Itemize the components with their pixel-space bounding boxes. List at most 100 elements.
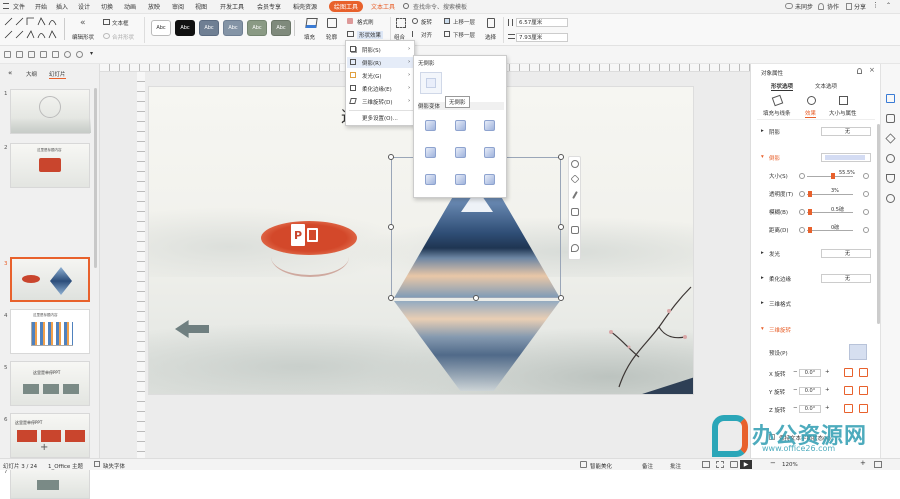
add-slide-button[interactable]: + [40, 442, 48, 453]
bring-forward-button[interactable]: 上移一层 [453, 18, 475, 26]
select-button[interactable]: 选择 [485, 33, 496, 41]
cloud-icon[interactable] [785, 3, 793, 9]
send-backward-button[interactable]: 下移一层 [453, 31, 475, 39]
z-rot-cw-icon[interactable] [859, 404, 868, 413]
collab-button[interactable]: 协作 [827, 2, 839, 11]
print-icon[interactable] [28, 51, 35, 58]
height-input[interactable]: 6.57厘米 [516, 18, 568, 27]
format-painter-button[interactable]: 格式刷 [357, 18, 374, 26]
menu-soft-edge[interactable]: 柔化边缘(E) [362, 85, 392, 93]
select-icon[interactable] [487, 18, 495, 28]
reflection-variant-9[interactable] [484, 174, 495, 185]
pen-icon[interactable] [572, 191, 578, 199]
minus-icon[interactable] [799, 209, 805, 215]
properties-icon[interactable] [886, 94, 895, 103]
menu-member[interactable]: 会员专享 [257, 2, 281, 11]
menu-review[interactable]: 审阅 [172, 2, 184, 11]
slide-thumb-3[interactable] [10, 257, 90, 302]
collapse-reflection-icon[interactable]: ▾ [761, 154, 764, 160]
y-rot-plus[interactable]: + [825, 387, 830, 393]
resize-handle[interactable] [388, 154, 394, 160]
magic-icon[interactable] [886, 154, 895, 163]
style-preset-5[interactable]: Abc [247, 20, 267, 36]
close-icon[interactable]: × [869, 66, 875, 74]
redo-icon[interactable] [76, 51, 83, 58]
layers-icon[interactable] [570, 174, 580, 184]
gallery-more-icon[interactable] [294, 20, 299, 36]
line-shapes-gallery[interactable] [3, 16, 63, 44]
x-rot-plus[interactable]: + [825, 369, 830, 375]
menu-design[interactable]: 设计 [78, 2, 90, 11]
zoom-out-icon[interactable]: − [770, 459, 776, 467]
chevron-left-double-icon[interactable]: « [80, 18, 86, 28]
slide-thumb-1[interactable] [10, 89, 91, 134]
y-rotation-input[interactable]: 0.0° [799, 387, 821, 395]
hamburger-icon[interactable] [3, 3, 9, 9]
plus-icon[interactable] [863, 191, 869, 197]
reflection-variant-3[interactable] [484, 120, 495, 131]
collapse-icon[interactable] [571, 160, 579, 168]
expand-shadow-icon[interactable]: ▸ [761, 128, 764, 134]
menu-animation[interactable]: 动画 [124, 2, 136, 11]
x-rot-minus[interactable]: − [793, 369, 798, 375]
z-rot-plus[interactable]: + [825, 405, 830, 411]
globe-icon[interactable] [886, 194, 895, 203]
tab-text-options[interactable]: 文本选项 [815, 82, 837, 90]
reflection-variant-2[interactable] [455, 120, 466, 131]
style-preset-1[interactable]: Abc [151, 20, 171, 36]
distance-value[interactable]: 0磅 [831, 224, 839, 231]
location-icon[interactable] [571, 244, 579, 252]
undo-icon[interactable] [64, 51, 71, 58]
menu-shadow[interactable]: 阴影(S) [362, 46, 381, 54]
collapse-ribbon-icon[interactable]: ⌃ [886, 2, 891, 9]
reflection-variant-1[interactable] [425, 120, 436, 131]
y-rot-up-icon[interactable] [844, 386, 853, 395]
x-rot-right-icon[interactable] [859, 368, 868, 377]
shape-effects-button[interactable]: 形状效果 [357, 31, 384, 39]
shield-icon[interactable] [886, 174, 895, 183]
style-preset-2[interactable]: Abc [175, 20, 195, 36]
menu-developer[interactable]: 开发工具 [220, 2, 244, 11]
menu-3d-rotation[interactable]: 三维旋转(D) [362, 98, 393, 106]
textbox-button[interactable]: 文本框 [112, 19, 129, 27]
tab-slides[interactable]: 幻灯片 [49, 70, 66, 79]
grid-view-icon[interactable] [716, 461, 724, 468]
x-rotation-input[interactable]: 0.0° [799, 369, 821, 377]
slide-thumb-2[interactable]: 这里是标题内容 [10, 143, 90, 188]
slide-thumb-7[interactable] [10, 465, 90, 499]
menu-docer[interactable]: 稻壳资源 [293, 2, 317, 11]
blur-value[interactable]: 0.5磅 [831, 206, 844, 213]
effect-icon[interactable] [807, 96, 816, 105]
plus-icon[interactable] [863, 173, 869, 179]
transparency-slider[interactable] [807, 191, 853, 197]
tab-outline[interactable]: 大纲 [26, 70, 37, 78]
shape-fill-icon[interactable] [571, 208, 579, 216]
smart-beauty-button[interactable]: 智能美化 [590, 462, 612, 470]
glow-dropdown[interactable]: 无 [821, 249, 871, 258]
share-button[interactable]: 分享 [854, 2, 866, 11]
y-rot-minus[interactable]: − [793, 387, 798, 393]
more-quick-icon[interactable]: ▾ [90, 50, 93, 57]
minus-icon[interactable] [799, 227, 805, 233]
gallery-scroll-icon[interactable] [64, 18, 69, 40]
zoom-level[interactable]: 120% [782, 462, 798, 468]
notes-button[interactable]: 备注 [642, 462, 653, 470]
normal-view-icon[interactable] [702, 461, 710, 468]
expand-soft-edge-icon[interactable]: ▸ [761, 275, 764, 281]
menu-reflection[interactable]: 倒影(R) [362, 59, 381, 67]
menu-home[interactable]: 开始 [35, 2, 47, 11]
style-preset-6[interactable]: Abc [271, 20, 291, 36]
z-rotation-input[interactable]: 0.0° [799, 405, 821, 413]
expand-glow-icon[interactable]: ▸ [761, 250, 764, 256]
resize-handle[interactable] [388, 224, 394, 230]
preset-picker[interactable] [849, 344, 867, 360]
fill-icon[interactable] [305, 18, 318, 28]
size-slider[interactable] [807, 173, 853, 179]
align-button[interactable]: 对齐 [421, 31, 432, 39]
z-rot-ccw-icon[interactable] [844, 404, 853, 413]
reading-view-icon[interactable] [730, 461, 738, 468]
save-icon[interactable] [16, 51, 23, 58]
sync-status[interactable]: 未同步 [795, 2, 813, 11]
minus-icon[interactable] [799, 173, 805, 179]
new-file-icon[interactable] [4, 51, 11, 58]
